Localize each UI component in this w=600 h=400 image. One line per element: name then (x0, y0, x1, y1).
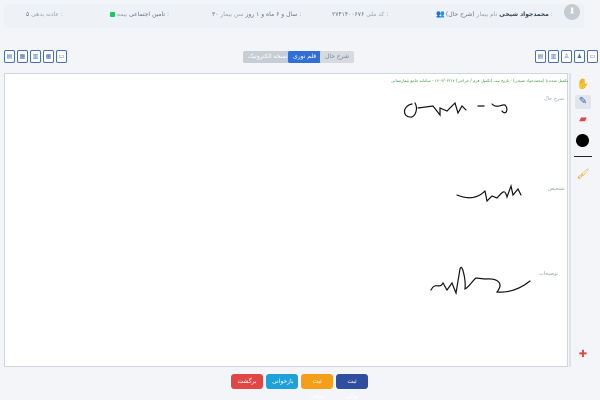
hand-tool-icon[interactable]: ✋ (575, 78, 591, 92)
drawing-canvas[interactable] (4, 73, 568, 367)
person-icon: ♙ (563, 53, 570, 60)
toolbar-btn-5[interactable]: ▭ (56, 50, 67, 63)
patient-header: ⬇ 👥 (شرح حال) محمدجواد شیخی نام بیمار : … (0, 0, 600, 30)
toolbar-btn-4[interactable]: ▦ (43, 50, 54, 63)
eraser-tool-icon[interactable]: ▰ (575, 113, 591, 127)
section-label-notes: توضیحات (539, 271, 559, 277)
toolbar-btn-6[interactable]: ▤ (535, 50, 546, 63)
record-info-line: تکمیل شده با (محمدجواد شیخی) - تاریخ ثبت… (391, 78, 568, 83)
toolbar-btn-1[interactable]: ▤ (4, 50, 15, 63)
national-code-field: ۲۷۴۱۴۰۰۶۷۶ کد ملی : (332, 10, 388, 20)
patient-name-field: 👥 (شرح حال) محمدجواد شیخی نام بیمار : (436, 10, 553, 20)
arrow-icon: ⬇ (568, 7, 576, 17)
tab-electronic-prescription[interactable]: نسخه الکترونیک (243, 51, 293, 63)
pen-tool-icon[interactable]: ✎ (575, 95, 591, 109)
toolbar-btn-7[interactable]: ▥ (548, 50, 559, 63)
people-icon: ♟ (576, 53, 583, 60)
color-swatch[interactable] (576, 134, 589, 147)
stroke-width-line[interactable] (574, 156, 592, 157)
user-icon: 👥 (436, 10, 445, 18)
toolbar-btn-3[interactable]: ▥ (30, 50, 41, 63)
back-button[interactable]: برگشت (231, 374, 263, 389)
toolbar-btn-10[interactable]: ▭ (587, 50, 598, 63)
back-circle-button[interactable]: ⬇ (564, 4, 580, 20)
report-icon: ▤ (537, 53, 544, 60)
section-label-history: شرح حال (544, 96, 565, 102)
brush-tool-icon[interactable]: 🖌 (575, 168, 591, 182)
toolbar-btn-8[interactable]: ♙ (561, 50, 572, 63)
insurance-field: تامین اجتماعی بیمه : (108, 10, 169, 20)
toolbar-btn-9[interactable]: ♟ (574, 50, 585, 63)
section-label-diagnosis: تشخیص (548, 186, 565, 192)
page-icon: ▭ (58, 53, 65, 60)
toolbar: ▤ ▦ ▥ ▦ ▭ نسخه الکترونیک قلم نوری شرح حا… (0, 48, 600, 66)
table-icon: ▦ (45, 53, 52, 60)
list-icon: ▦ (19, 53, 26, 60)
document-icon: ▤ (6, 53, 13, 60)
drawing-tool-panel: ✋ ✎ ▰ 🖌 ✚ (571, 73, 596, 367)
national-code-label: کد ملی : (366, 11, 389, 18)
insurance-status-icon (110, 12, 115, 17)
help-icon[interactable]: ✚ (575, 348, 591, 362)
age-field: ۳۰ سال و ۶ ماه و ۱ روز سن بیمار : (212, 10, 301, 20)
tab-history[interactable]: شرح حال (320, 51, 355, 63)
patient-name: محمدجواد شیخی (499, 11, 549, 18)
patient-status: (شرح حال) (445, 11, 475, 18)
file-icon: ▭ (589, 53, 596, 60)
debt-label: عادنه بدهی : (31, 11, 63, 18)
debt-value: ۵ (26, 11, 30, 18)
chart-icon: ▥ (550, 53, 557, 60)
temp-save-button[interactable]: ثبت موقت (301, 374, 333, 400)
toolbar-btn-2[interactable]: ▦ (17, 50, 28, 63)
grid-icon: ▥ (32, 53, 39, 60)
insurance-value: تامین اجتماعی (129, 11, 166, 18)
tab-light-pen[interactable]: قلم نوری (288, 51, 322, 63)
review-button[interactable]: بازخوانی (266, 374, 298, 389)
debt-field: ۵ عادنه بدهی : (26, 10, 63, 20)
national-code: ۲۷۴۱۴۰۰۶۷۶ (332, 11, 365, 18)
final-save-button[interactable]: ثبت نهائی (336, 374, 368, 400)
